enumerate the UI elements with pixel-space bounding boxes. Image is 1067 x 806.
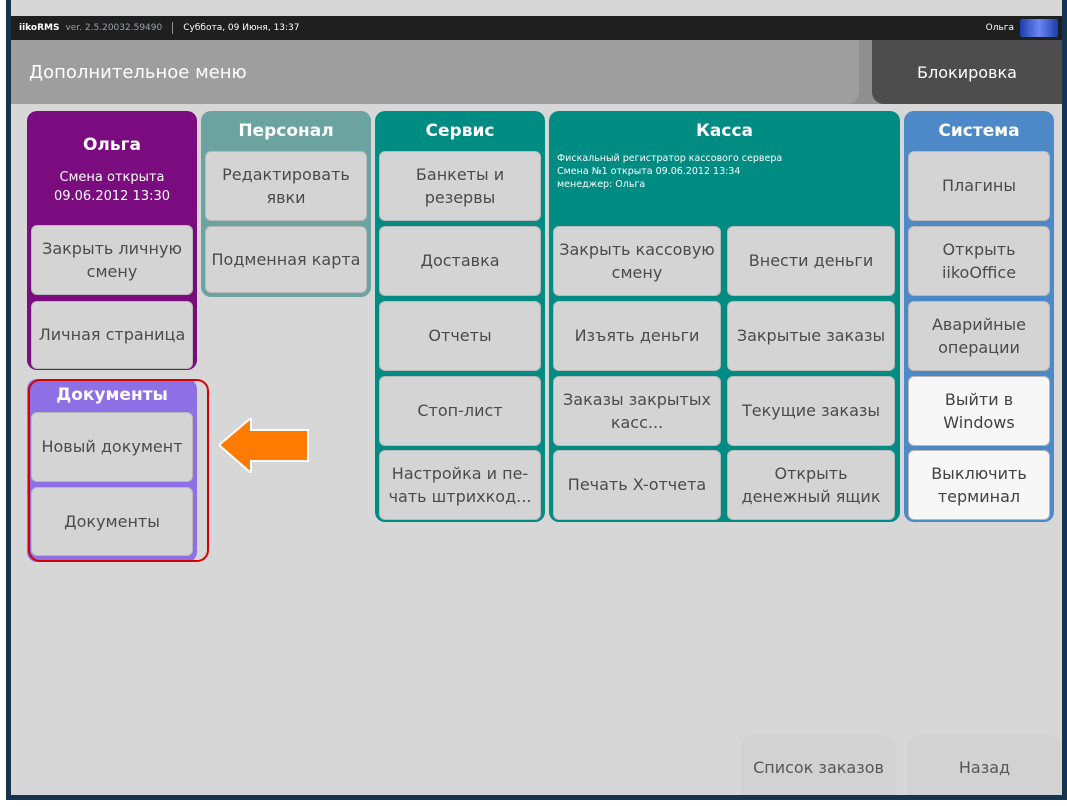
lock-button[interactable]: Блокировка [872,40,1062,104]
user-info: Ольга [986,16,1062,40]
exit-to-windows-button[interactable]: Выйти в Windows [908,376,1050,446]
reports-button[interactable]: Отчеты [379,301,541,371]
separator [172,22,174,34]
header-bar: Дополнительное меню Блокировка [11,40,1062,104]
app-window: iikoRMS ver. 2.5.20032.59490 Суббота, 09… [6,0,1067,800]
closed-register-orders-button[interactable]: Заказы закрытых касс... [553,376,721,446]
group-olga-title: Ольга [82,135,141,155]
shift-line-2: 09.06.2012 13:30 [53,188,171,204]
closed-orders-button[interactable]: Закрытые заказы [727,301,895,371]
top-status-bar: iikoRMS ver. 2.5.20032.59490 Суббота, 09… [11,16,1062,40]
current-orders-button[interactable]: Текущие заказы [727,376,895,446]
fiscal-info-line-1: Фискальный регистратор кассового сервера [557,153,783,164]
shift-line-1: Смена открыта [59,170,165,185]
app-version: ver. 2.5.20032.59490 [65,23,163,33]
group-cash-title: Касса [696,121,753,141]
group-system: Система Плагины Открыть iikoOffice Авари… [904,111,1054,522]
app-name: iikoRMS [19,23,60,33]
back-button[interactable]: Назад [907,735,1062,795]
open-cash-drawer-button[interactable]: Открыть денежный ящик [727,450,895,520]
group-olga: Ольга Смена открыта 09.06.2012 13:30 Зак… [27,111,197,370]
page-title: Дополнительное меню [11,40,859,104]
personal-page-button[interactable]: Личная страница [31,301,193,369]
open-iikooffice-button[interactable]: Открыть iikoOffice [908,226,1050,296]
withdraw-money-button[interactable]: Изъять деньги [553,301,721,371]
edit-attendance-button[interactable]: Редактировать явки [205,151,367,221]
fiscal-info-line-3: менеджер: Ольга [557,178,646,190]
documents-highlight-outline [28,379,209,562]
orange-arrow-icon [219,418,309,473]
deposit-money-button[interactable]: Внести деньги [727,226,895,296]
group-personal-title: Персонал [238,121,334,141]
close-personal-shift-button[interactable]: Закрыть личную смену [31,225,193,295]
group-system-title: Система [938,121,1020,141]
group-personal: Персонал Редактировать явки Подменная ка… [201,111,371,297]
stop-list-button[interactable]: Стоп-лист [379,376,541,446]
shift-status: Смена открыта 09.06.2012 13:30 [31,169,193,207]
substitute-card-button[interactable]: Подменная карта [205,226,367,293]
delivery-button[interactable]: Доставка [379,226,541,296]
close-cash-shift-button[interactable]: Закрыть кассовую смену [553,226,721,296]
shutdown-terminal-button[interactable]: Выключить терминал [908,450,1050,520]
print-x-report-button[interactable]: Печать X-отчета [553,450,721,520]
group-cash: Касса Фискальный регистратор кассового с… [549,111,900,522]
fiscal-info: Фискальный регистратор кассового сервера… [557,153,782,191]
emergency-operations-button[interactable]: Аварийные операции [908,301,1050,371]
orders-list-button[interactable]: Список заказов [741,735,896,795]
group-service: Сервис Банкеты и резервы Доставка Отчеты… [375,111,545,522]
current-date: Суббота, 09 Июня, 13:37 [183,23,300,33]
app-info: iikoRMS ver. 2.5.20032.59490 Суббота, 09… [11,22,300,34]
fiscal-info-line-2: Смена №1 открыта 09.06.2012 13:34 [557,165,741,177]
user-avatar [1020,19,1058,37]
plugins-button[interactable]: Плагины [908,151,1050,221]
banquets-button[interactable]: Банкеты и резервы [379,151,541,221]
current-user: Ольга [985,23,1014,33]
barcode-setup-button[interactable]: Настройка и пе- чать штрихкод... [379,450,541,520]
group-service-title: Сервис [425,121,495,141]
